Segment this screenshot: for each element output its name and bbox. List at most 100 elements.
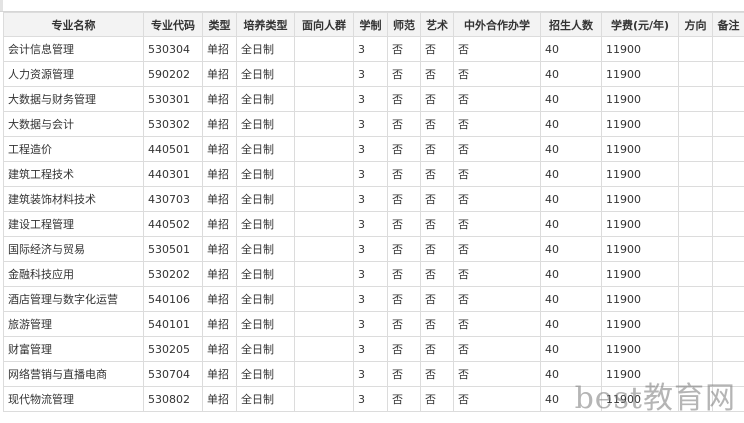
table-cell: 否	[453, 286, 541, 312]
table-cell: 3	[353, 236, 388, 262]
table-cell: 440502	[143, 211, 203, 237]
table-cell	[678, 361, 713, 387]
table-cell: 单招	[202, 386, 237, 412]
table-cell: 单招	[202, 286, 237, 312]
table-cell: 国际经济与贸易	[3, 236, 144, 262]
table-cell	[712, 161, 744, 187]
table-row: 会计信息管理 530304 单招 全日制 3 否否否 40 11900	[3, 36, 744, 62]
table-cell: 530205	[143, 336, 203, 362]
table-cell: 3	[353, 111, 388, 137]
table-cell	[294, 336, 354, 362]
table-cell	[678, 336, 713, 362]
table-cell: 会计信息管理	[3, 36, 144, 62]
column-header: 专业代码	[143, 12, 203, 37]
table-cell	[678, 111, 713, 137]
table-cell: 否	[387, 136, 421, 162]
table-cell: 否	[420, 111, 454, 137]
table-cell: 人力资源管理	[3, 61, 144, 87]
table-cell: 否	[453, 261, 541, 287]
table-cell: 否	[453, 361, 541, 387]
table-cell: 否	[453, 36, 541, 62]
column-header: 中外合作办学	[453, 12, 541, 37]
table-cell: 全日制	[236, 261, 295, 287]
table-cell: 3	[353, 311, 388, 337]
table-cell: 建筑装饰材料技术	[3, 186, 144, 212]
table-cell	[294, 161, 354, 187]
table-cell: 全日制	[236, 386, 295, 412]
table-row: 财富管理 530205 单招 全日制 3 否否否 40 11900	[3, 336, 744, 362]
table-cell: 40	[540, 186, 602, 212]
table-cell: 全日制	[236, 186, 295, 212]
table-cell: 单招	[202, 336, 237, 362]
table-cell: 单招	[202, 211, 237, 237]
column-header: 面向人群	[294, 12, 354, 37]
table-cell	[294, 311, 354, 337]
table-cell: 全日制	[236, 336, 295, 362]
table-cell	[294, 361, 354, 387]
table-cell	[712, 311, 744, 337]
table-cell: 否	[387, 336, 421, 362]
table-cell	[678, 236, 713, 262]
table-cell: 540106	[143, 286, 203, 312]
table-cell: 工程造价	[3, 136, 144, 162]
table-cell: 酒店管理与数字化运营	[3, 286, 144, 312]
table-cell: 否	[387, 386, 421, 412]
table-cell	[294, 236, 354, 262]
table-cell	[712, 36, 744, 62]
column-header: 师范	[387, 12, 421, 37]
table-cell: 否	[420, 36, 454, 62]
table-cell: 11900	[601, 161, 679, 187]
table-cell: 否	[453, 136, 541, 162]
table-cell: 3	[353, 211, 388, 237]
table-cell: 40	[540, 261, 602, 287]
table-cell: 440501	[143, 136, 203, 162]
table-cell: 40	[540, 36, 602, 62]
table-cell: 否	[453, 311, 541, 337]
table-cell: 否	[387, 286, 421, 312]
table-cell	[678, 286, 713, 312]
table-cell: 530802	[143, 386, 203, 412]
table-cell: 40	[540, 211, 602, 237]
table-body: 会计信息管理 530304 单招 全日制 3 否否否 40 11900 人力资源管理 590202…	[3, 36, 744, 412]
table-cell: 590202	[143, 61, 203, 87]
table-cell: 单招	[202, 36, 237, 62]
table-cell	[712, 186, 744, 212]
table-cell: 单招	[202, 186, 237, 212]
table-cell: 否	[387, 311, 421, 337]
table-cell: 11900	[601, 186, 679, 212]
table-cell: 3	[353, 361, 388, 387]
table-cell: 财富管理	[3, 336, 144, 362]
table-cell: 11900	[601, 211, 679, 237]
table-cell: 否	[387, 211, 421, 237]
table-cell: 11900	[601, 36, 679, 62]
table-cell: 全日制	[236, 61, 295, 87]
table-cell: 否	[387, 86, 421, 112]
table-cell: 否	[420, 61, 454, 87]
table-cell: 40	[540, 386, 602, 412]
table-cell	[678, 261, 713, 287]
table-cell	[712, 361, 744, 387]
table-cell: 440301	[143, 161, 203, 187]
table-cell: 530704	[143, 361, 203, 387]
table-row: 现代物流管理 530802 单招 全日制 3 否否否 40 11900	[3, 386, 744, 412]
table-cell: 单招	[202, 61, 237, 87]
table-cell: 否	[420, 336, 454, 362]
table-cell: 530302	[143, 111, 203, 137]
table-cell	[712, 136, 744, 162]
table-cell: 网络营销与直播电商	[3, 361, 144, 387]
table-cell: 40	[540, 286, 602, 312]
table-cell	[678, 36, 713, 62]
table-cell: 3	[353, 186, 388, 212]
table-header-row: 专业名称 专业代码 类型 培养类型 面向人群 学制 师范 艺术 中外合作办学 招生人数 学费(元/年…	[3, 12, 744, 37]
column-header: 方向	[678, 12, 713, 37]
table-cell: 否	[420, 161, 454, 187]
table-cell: 全日制	[236, 111, 295, 137]
table-cell	[712, 336, 744, 362]
table-cell: 11900	[601, 236, 679, 262]
table-cell: 全日制	[236, 86, 295, 112]
table-cell: 否	[420, 361, 454, 387]
table-cell	[678, 61, 713, 87]
table-cell: 否	[420, 386, 454, 412]
table-row: 酒店管理与数字化运营 540106 单招 全日制 3 否否否 40 11900	[3, 286, 744, 312]
table-cell: 11900	[601, 286, 679, 312]
